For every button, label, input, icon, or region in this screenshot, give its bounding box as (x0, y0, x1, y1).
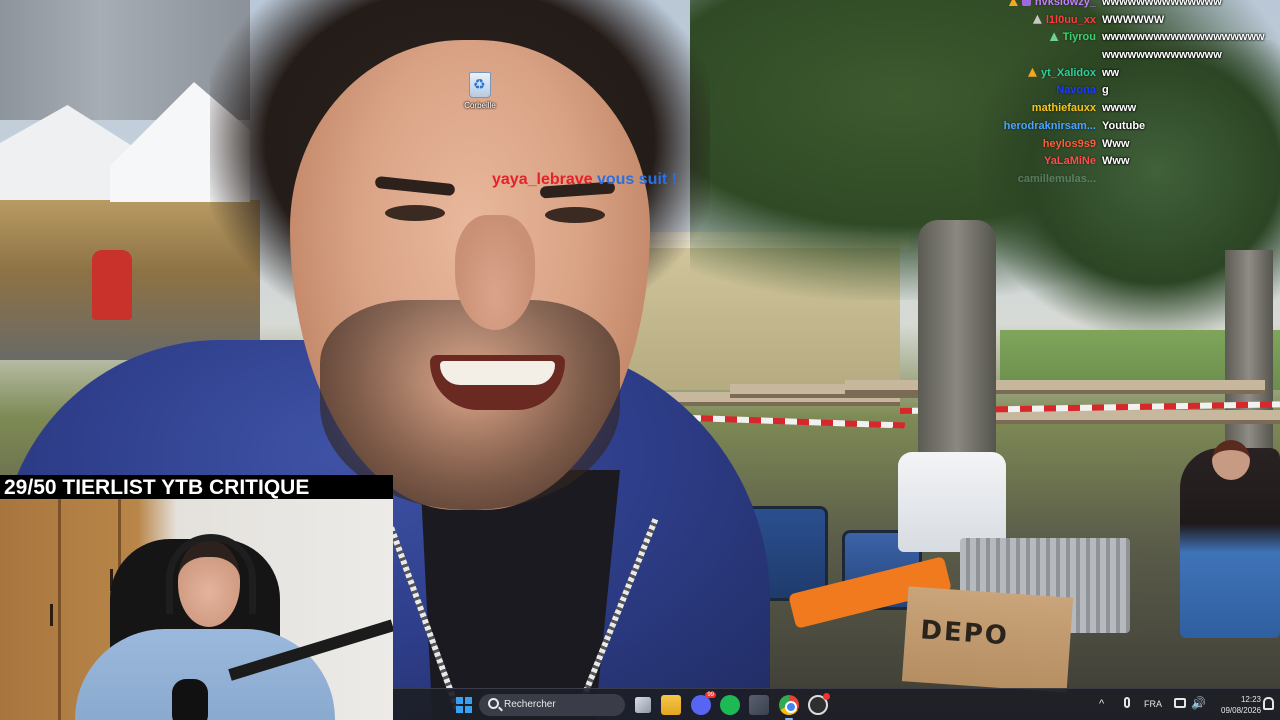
wardrobe-handle (50, 604, 53, 626)
picnic-table (845, 380, 1265, 394)
chat-message: Navona g (960, 82, 1280, 100)
cardboard-box: DEPO (901, 586, 1074, 693)
start-button[interactable] (456, 697, 472, 713)
clock[interactable]: 12:23 09/08/2026 (1221, 694, 1261, 716)
chat-text: Youtube (1102, 119, 1146, 132)
seated-person-head (1212, 440, 1250, 480)
network-icon[interactable] (1174, 698, 1186, 708)
chat-username-text: mathiefauxx (1031, 102, 1096, 115)
chat-badge-icon (1032, 14, 1042, 24)
clock-time: 12:23 (1240, 695, 1261, 704)
follow-alert: yaya_lebrave vous suit ! (492, 171, 677, 189)
tray-overflow-chevron-icon[interactable]: ^ (1099, 698, 1104, 710)
chat-username: Tiyrou (1049, 31, 1096, 44)
chat-username-text: camillemulas... (1017, 172, 1096, 185)
chat-text: Www (1102, 155, 1130, 168)
headphones (166, 534, 256, 614)
chat-username-text: Tiyrou (1062, 31, 1096, 44)
notification-bell-icon[interactable] (1263, 697, 1274, 710)
chat-text: wwwwwwwwwwwwww (1102, 0, 1222, 8)
chat-username: camillemulas... (1018, 173, 1096, 185)
recycle-bin-shortcut[interactable]: Corbeille (455, 70, 505, 110)
chat-badge-icon (1049, 32, 1059, 42)
background-person (92, 250, 132, 320)
chat-username-text: herodraknirsam... (1003, 119, 1096, 132)
volume-icon[interactable]: 🔊 (1191, 696, 1206, 710)
chat-text: wwww (1102, 102, 1137, 115)
taskbar-search[interactable]: Rechercher (479, 694, 625, 716)
chat-text: wwwwwwwwwwwwww (1102, 49, 1222, 62)
recycle-bin-label: Corbeille (464, 101, 496, 110)
chat-text: g (1102, 84, 1109, 97)
discord-icon[interactable]: 99 (691, 692, 716, 715)
teeth (440, 361, 555, 385)
language-indicator[interactable]: FRA (1144, 699, 1162, 709)
chat-username: herodraknirsam... (1004, 120, 1096, 132)
recording-dot (823, 693, 830, 700)
search-icon (488, 698, 499, 709)
chat-message: l1l0uu_xx WWWWWW (960, 12, 1280, 30)
chat-username: YaLaMiNe (1044, 155, 1096, 167)
chat-text: WWWWWW (1102, 13, 1165, 26)
subject-nose (455, 215, 535, 330)
chat-badge-icon (1021, 0, 1031, 6)
picnic-table (990, 410, 1280, 424)
chat-username: hvkslowzy_ (1008, 0, 1096, 8)
alert-message: vous suit ! (592, 171, 677, 188)
file-explorer-icon[interactable] (661, 695, 681, 715)
chat-message: mathiefauxx wwww (960, 100, 1280, 118)
webcam-feed (0, 499, 393, 720)
chat-overlay: hvkslowzy_ wwwwwwwwwwwwww l1l0uu_xx WWWWWW T… (960, 0, 1280, 189)
app-icon[interactable] (749, 695, 769, 715)
chat-username-text: yt_Xalidox (1040, 66, 1096, 79)
chat-message: Tiyrou wwwwwwwwwwwwwwwwwww (960, 29, 1280, 47)
alert-username: yaya_lebrave (492, 171, 593, 188)
chat-text: ww (1102, 66, 1120, 79)
chat-username: Navona (1056, 84, 1096, 96)
white-chair (898, 452, 1006, 552)
box-label: DEPO (919, 615, 1010, 652)
discord-badge: 99 (705, 692, 716, 698)
chat-username: mathiefauxx (1032, 102, 1096, 114)
chat-username: l1l0uu_xx (1032, 13, 1096, 26)
chat-username-text: hvkslowzy_ (1034, 0, 1096, 8)
recycle-bin-icon (469, 72, 491, 98)
windows-taskbar: Rechercher 99 ^ FRA 🔊 12:23 09/08/2026 (393, 688, 1280, 720)
chat-username-text: Navona (1056, 84, 1096, 97)
chat-badge-icon (1008, 0, 1018, 6)
eye (545, 207, 605, 223)
microphone (172, 679, 208, 720)
chat-message: camillemulas... (960, 171, 1280, 189)
chat-username-text: heylos9s9 (1042, 137, 1096, 150)
task-view-icon[interactable] (635, 697, 651, 713)
chat-username-text: YaLaMiNe (1044, 155, 1096, 168)
eye (385, 205, 445, 221)
spotify-icon[interactable] (720, 695, 740, 715)
chrome-icon[interactable] (779, 695, 799, 720)
chat-username-text: l1l0uu_xx (1045, 13, 1096, 26)
chat-message: wwwwwwwwwwwwww (960, 47, 1280, 65)
chat-message: herodraknirsam... Youtube (960, 118, 1280, 136)
stream-title: 29/50 TIERLIST YTB CRITIQUE (0, 475, 393, 500)
chat-message: hvkslowzy_ wwwwwwwwwwwwww (960, 0, 1280, 12)
microphone-icon[interactable] (1124, 697, 1130, 708)
chat-message: YaLaMiNe Www (960, 153, 1280, 171)
chat-text: Www (1102, 137, 1130, 150)
wardrobe-door-edge (58, 499, 61, 720)
clock-date: 09/08/2026 (1221, 706, 1262, 715)
obs-icon[interactable] (808, 693, 830, 715)
chat-message: heylos9s9 Www (960, 136, 1280, 154)
chat-username: heylos9s9 (1043, 138, 1096, 150)
chat-text: wwwwwwwwwwwwwwwwwww (1102, 31, 1265, 44)
chat-badge-icon (1027, 67, 1037, 77)
chat-message: yt_Xalidox ww (960, 65, 1280, 83)
chat-username: yt_Xalidox (1027, 66, 1096, 79)
search-placeholder: Rechercher (504, 699, 556, 710)
